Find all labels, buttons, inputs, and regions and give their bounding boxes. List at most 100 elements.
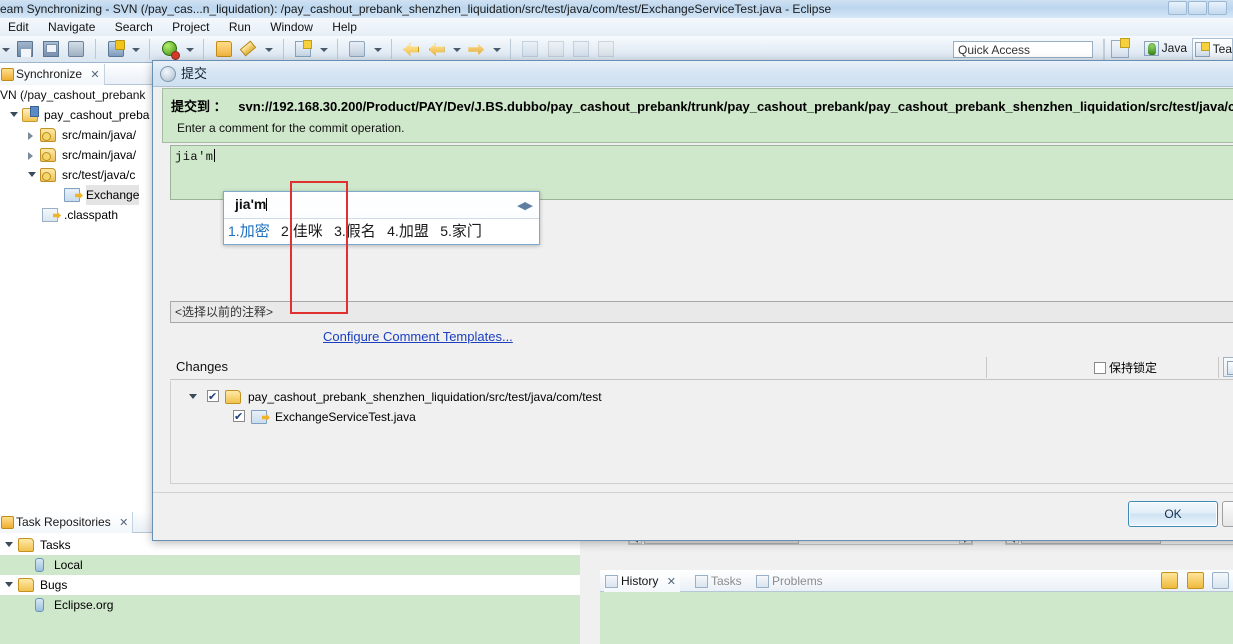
refresh-icon[interactable] [1161,572,1179,589]
tree-item-bugs[interactable]: Bugs [0,575,580,595]
folder-icon [225,390,241,404]
edit-chevron-down-icon[interactable] [263,36,274,62]
classpath-file-icon [42,208,58,222]
minimize-button[interactable] [1168,1,1187,15]
menu-item-project[interactable]: Project [164,18,217,36]
project-icon [22,106,39,122]
open-perspective-button[interactable] [1111,38,1130,58]
compare-icon[interactable] [1186,572,1204,589]
ime-candidate-1[interactable]: 1.加密 [224,219,274,244]
perspective-tab-team-synchronizing[interactable]: Tea [1191,38,1233,60]
run-button[interactable] [159,36,181,62]
expand-twisty-icon[interactable] [10,112,18,117]
filter-button[interactable] [570,36,592,62]
save-all-icon [42,41,59,57]
expand-twisty-icon[interactable] [5,542,13,547]
forward-button[interactable] [465,36,487,62]
tab-problems[interactable]: Problems [755,571,827,592]
new-wizard-chevron-down-icon[interactable] [318,36,329,62]
search-chevron-down-icon[interactable] [372,36,383,62]
menu-item-edit[interactable]: Edit [0,18,37,36]
ime-next-page-icon[interactable]: ▶ [525,200,534,212]
tree-item-eclipse-org[interactable]: Eclipse.org [0,595,580,615]
link-editor-icon[interactable] [1212,572,1229,589]
menu-item-navigate[interactable]: Navigate [40,18,103,36]
back-arrow-icon [403,43,420,56]
tab-history[interactable]: History ✕ [604,571,680,592]
window-title-text: eam Synchronizing - SVN (/pay_cas...n_li… [0,2,832,16]
close-button[interactable] [1208,1,1227,15]
new-wizard-button[interactable] [292,36,314,62]
ime-candidate-4[interactable]: 4.加盟 [383,219,433,244]
checkbox-icon[interactable] [1093,362,1106,374]
close-icon[interactable]: ✕ [119,513,128,534]
expand-twisty-icon[interactable] [189,394,197,399]
run-chevron-down-icon[interactable] [184,36,195,62]
synchronize-button[interactable] [519,36,541,62]
tree-item-src-main-java-2[interactable]: src/main/java/ [0,145,152,165]
maximize-button[interactable] [1188,1,1207,15]
table-row[interactable]: ExchangeServiceTest.java [171,407,1233,427]
save-button[interactable] [14,36,36,62]
tree-item-label: Local [54,558,83,572]
tree-item-exchange-service-test[interactable]: Exchange [0,185,152,205]
cancel-button[interactable] [1222,501,1233,527]
edit-tool-button[interactable] [238,36,260,62]
expand-twisty-icon[interactable] [5,582,13,587]
checkbox-icon[interactable] [233,407,245,427]
tab-label: Synchronize [16,67,83,81]
previous-chevron-down-icon[interactable] [451,36,462,62]
tab-label: Task Repositories [16,515,111,529]
team-perspective-icon [1194,42,1210,57]
tree-item-local[interactable]: Local [0,555,580,575]
pin-button[interactable] [545,36,567,62]
tree-item-src-test-java[interactable]: src/test/java/c [0,165,152,185]
window-controls[interactable] [1167,1,1231,16]
perspective-tab-java[interactable]: Java [1142,38,1187,60]
tree-item-src-main-java-1[interactable]: src/main/java/ [0,125,152,145]
expand-twisty-icon[interactable] [28,152,33,160]
expand-twisty-icon[interactable] [28,172,36,177]
open-resource-button[interactable] [213,36,235,62]
folder-icon [18,578,34,592]
ime-candidate-text: 家门 [451,223,482,240]
print-button[interactable] [65,36,87,62]
back-button[interactable] [400,36,422,62]
menu-item-help[interactable]: Help [324,18,365,36]
ime-page-nav[interactable]: ◀▶ [517,199,534,212]
configure-comment-templates-link[interactable]: Configure Comment Templates... [323,329,513,344]
table-row[interactable]: pay_cashout_prebank_shenzhen_liquidation… [171,387,1233,407]
close-icon[interactable]: ✕ [90,65,99,86]
tab-synchronize[interactable]: Synchronize ✕ [0,64,105,85]
ime-prev-page-icon[interactable]: ◀ [517,200,526,212]
menu-item-search[interactable]: Search [107,18,161,36]
dialog-title: 提交 [181,66,208,81]
synchronize-view-header: VN (/pay_cashout_prebank [0,88,146,102]
history-view-toolbar [1156,572,1229,591]
quick-access-input[interactable]: Quick Access [953,41,1093,58]
tab-tasks[interactable]: Tasks [694,571,746,592]
changes-view-menu-button[interactable] [1223,357,1233,377]
menu-item-window[interactable]: Window [262,18,321,36]
build-chevron-down-icon[interactable] [130,36,141,62]
toolbar-overflow-chevron-down-icon[interactable] [0,36,11,62]
ime-composition-text: jia'm [235,196,268,212]
ok-button[interactable]: OK [1128,501,1218,527]
search-button[interactable] [346,36,368,62]
ime-candidate-5[interactable]: 5.家门 [436,219,486,244]
previous-edit-button[interactable] [426,36,448,62]
save-all-button[interactable] [40,36,62,62]
ime-candidate-number: 1. [228,223,240,239]
tree-item-project[interactable]: pay_cashout_preba [0,105,152,125]
expand-twisty-icon[interactable] [28,132,33,140]
close-icon[interactable]: ✕ [667,572,676,593]
checkbox-icon[interactable] [207,387,219,407]
forward-chevron-down-icon[interactable] [491,36,502,62]
tab-task-repositories[interactable]: Task Repositories ✕ [0,512,134,534]
toolbar-separator [1218,357,1219,378]
menu-item-run[interactable]: Run [221,18,259,36]
keep-locks-checkbox[interactable]: 保持锁定 [1093,359,1157,376]
tree-item-classpath[interactable]: .classpath [0,205,152,225]
build-button[interactable] [105,36,127,62]
mode-button[interactable] [595,36,617,62]
